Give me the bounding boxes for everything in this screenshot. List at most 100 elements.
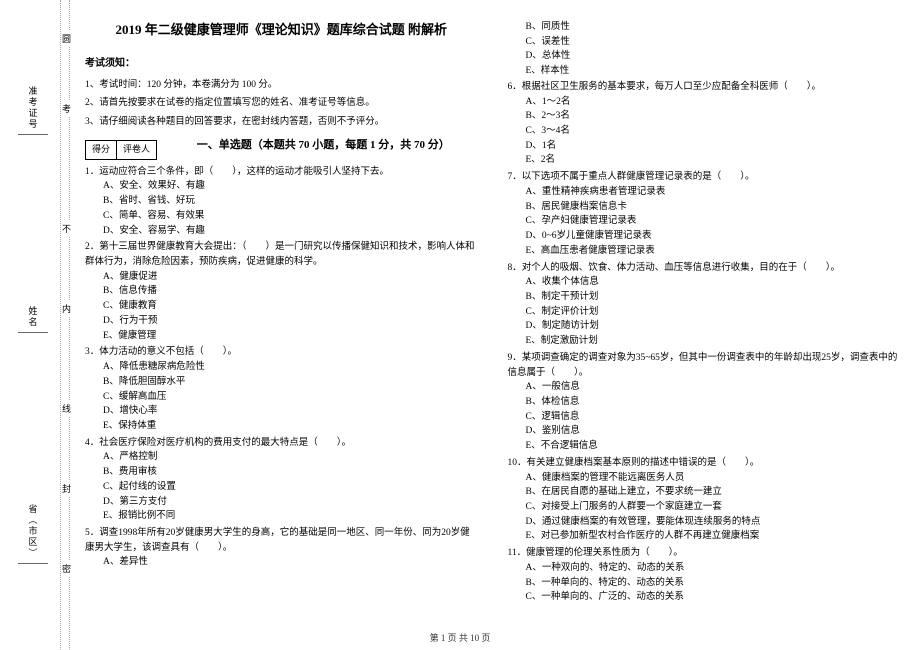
question-1: 1．运动应符合三个条件，即（ ），这样的运动才能吸引人坚持下去。 A、安全、效果… (85, 165, 478, 239)
option: D、第三方支付 (85, 495, 478, 510)
option: C、逻辑信息 (508, 410, 901, 425)
option: C、对接受上门服务的人群要一个家庭建立一套 (508, 500, 901, 515)
option: D、0~6岁儿童健康管理记录表 (508, 229, 901, 244)
option: C、误差性 (508, 35, 901, 50)
option: D、增快心率 (85, 404, 478, 419)
option: A、降低患糖尿病危险性 (85, 360, 478, 375)
question-9: 9．某项调查确定的调查对象为35~65岁，但其中一份调查表中的年龄却出现25岁，… (508, 351, 901, 454)
question-7: 7．以下选项不属于重点人群健康管理记录表的是（ ）。 A、重性精神疾病患者管理记… (508, 170, 901, 258)
question-stem: 10．有关建立健康档案基本原则的描述中错误的是（ ）。 (508, 456, 901, 471)
option: C、缓解高血压 (85, 390, 478, 405)
option: D、行为干预 (85, 314, 478, 329)
question-6: 6．根据社区卫生服务的基本要求，每万人口至少应配备全科医师（ ）。 A、1～2名… (508, 80, 901, 168)
option: E、不合逻辑信息 (508, 439, 901, 454)
option: C、简单、容易、有效果 (85, 209, 478, 224)
option: A、健康促进 (85, 270, 478, 285)
option: D、总体性 (508, 49, 901, 64)
option: C、3～4名 (508, 124, 901, 139)
option: D、通过健康档案的有效管理，要能体现连续服务的特点 (508, 515, 901, 530)
option: E、保持体重 (85, 419, 478, 434)
seal-marker: 考 (62, 100, 71, 117)
score-cell: 得分 (86, 141, 117, 159)
score-cell: 评卷人 (117, 141, 156, 159)
binding-label: 姓名 (27, 306, 40, 328)
option: B、在居民自愿的基础上建立，不要求统一建立 (508, 485, 901, 500)
question-stem: 5．调查1998年所有20岁健康男大学生的身高，它的基础是同一地区、同一年份、同… (85, 526, 478, 555)
binding-underline (18, 332, 48, 333)
option: E、2名 (508, 153, 901, 168)
option: A、差异性 (85, 555, 478, 570)
question-11: 11．健康管理的伦理关系性质为（ ）。 A、一种双向的、特定的、动态的关系 B、… (508, 546, 901, 605)
option: C、健康教育 (85, 299, 478, 314)
section-heading: 一、单选题（本题共 70 小题，每题 1 分，共 70 分） (169, 137, 477, 154)
score-table: 得分 评卷人 (85, 140, 157, 160)
seal-marker: 封 (62, 480, 71, 497)
question-stem: 2．第十三届世界健康教育大会提出：（ ）是一门研究以传播保健知识和技术，影响人体… (85, 240, 478, 269)
column-left: 2019 年二级健康管理师《理论知识》题库综合试题 附解析 考试须知： 1、考试… (85, 20, 478, 620)
option: D、鉴别信息 (508, 424, 901, 439)
binding-labels: 准考证号 姓名 省（市区） (8, 0, 58, 650)
notice-heading: 考试须知： (85, 56, 478, 72)
column-right: B、同质性 C、误差性 D、总体性 E、样本性 6．根据社区卫生服务的基本要求，… (508, 20, 901, 620)
seal-marker: 密 (62, 560, 71, 577)
option: C、起付线的设置 (85, 480, 478, 495)
option: B、降低胆固醇水平 (85, 375, 478, 390)
option: B、体检信息 (508, 395, 901, 410)
option: A、严格控制 (85, 450, 478, 465)
option: E、高血压患者健康管理记录表 (508, 244, 901, 259)
exam-title: 2019 年二级健康管理师《理论知识》题库综合试题 附解析 (85, 20, 478, 40)
option: A、一般信息 (508, 380, 901, 395)
option: B、费用审核 (85, 465, 478, 480)
binding-field-province: 省（市区） (18, 504, 48, 564)
question-8: 8．对个人的吸烟、饮食、体力活动、血压等信息进行收集，目的在于（ ）。 A、收集… (508, 261, 901, 349)
question-stem: 1．运动应符合三个条件，即（ ），这样的运动才能吸引人坚持下去。 (85, 165, 478, 180)
option: E、制定激励计划 (508, 334, 901, 349)
option: B、省时、省钱、好玩 (85, 194, 478, 209)
option: E、健康管理 (85, 329, 478, 344)
question-stem: 9．某项调查确定的调查对象为35~65岁，但其中一份调查表中的年龄却出现25岁，… (508, 351, 901, 380)
option: E、对已参加新型农村合作医疗的人群不再建立健康档案 (508, 529, 901, 544)
binding-field-name: 姓名 (18, 306, 48, 333)
option: A、重性精神疾病患者管理记录表 (508, 185, 901, 200)
option: C、孕产妇健康管理记录表 (508, 214, 901, 229)
binding-field-exam-id: 准考证号 (18, 86, 48, 135)
question-stem: 7．以下选项不属于重点人群健康管理记录表的是（ ）。 (508, 170, 901, 185)
question-stem: 6．根据社区卫生服务的基本要求，每万人口至少应配备全科医师（ ）。 (508, 80, 901, 95)
seal-marker: 不 (62, 220, 71, 237)
option: B、制定干预计划 (508, 290, 901, 305)
option: A、1～2名 (508, 95, 901, 110)
option: A、收集个体信息 (508, 275, 901, 290)
question-10: 10．有关建立健康档案基本原则的描述中错误的是（ ）。 A、健康档案的管理不能远… (508, 456, 901, 544)
option: B、同质性 (508, 20, 901, 35)
option: D、制定随访计划 (508, 319, 901, 334)
content-area: 2019 年二级健康管理师《理论知识》题库综合试题 附解析 考试须知： 1、考试… (85, 20, 900, 620)
notice-item: 2、请首先按要求在试卷的指定位置填写您的姓名、准考证号等信息。 (85, 96, 478, 111)
option: A、安全、效果好、有趣 (85, 179, 478, 194)
binding-underline (18, 134, 48, 135)
question-stem: 4．社会医疗保险对医疗机构的费用支付的最大特点是（ ）。 (85, 436, 478, 451)
seal-marker: 圆 (62, 30, 71, 47)
notice-item: 3、请仔细阅读各种题目的回答要求，在密封线内答题，否则不予评分。 (85, 115, 478, 130)
notice-item: 1、考试时间：120 分钟，本卷满分为 100 分。 (85, 78, 478, 93)
binding-label: 准考证号 (27, 86, 40, 130)
question-3: 3．体力活动的意义不包括（ ）。 A、降低患糖尿病危险性 B、降低胆固醇水平 C… (85, 345, 478, 433)
seal-marker: 内 (62, 300, 71, 317)
option: C、制定评价计划 (508, 305, 901, 320)
question-stem: 3．体力活动的意义不包括（ ）。 (85, 345, 478, 360)
option: E、报销比例不同 (85, 509, 478, 524)
question-stem: 8．对个人的吸烟、饮食、体力活动、血压等信息进行收集，目的在于（ ）。 (508, 261, 901, 276)
binding-dotted-line (60, 0, 61, 650)
option: D、1名 (508, 139, 901, 154)
page-footer: 第 1 页 共 10 页 (0, 631, 920, 644)
question-4: 4．社会医疗保险对医疗机构的费用支付的最大特点是（ ）。 A、严格控制 B、费用… (85, 436, 478, 524)
option: A、健康档案的管理不能远离医务人员 (508, 471, 901, 486)
option: B、一种单向的、特定的、动态的关系 (508, 576, 901, 591)
option: D、安全、容易学、有趣 (85, 224, 478, 239)
option: B、2～3名 (508, 109, 901, 124)
binding-label: 省（市区） (27, 504, 40, 559)
binding-edge: 准考证号 姓名 省（市区） (0, 0, 70, 650)
option: B、信息传播 (85, 284, 478, 299)
seal-marker: 线 (62, 400, 71, 417)
binding-underline (18, 563, 48, 564)
option: E、样本性 (508, 64, 901, 79)
